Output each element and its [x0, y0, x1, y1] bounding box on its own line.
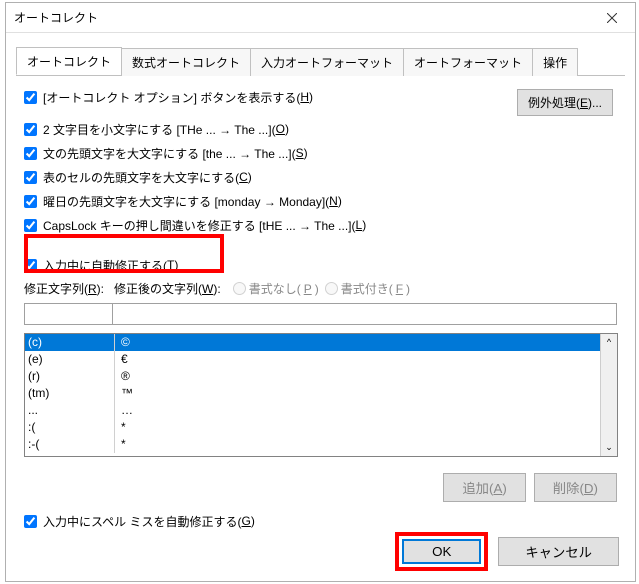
- cancel-button[interactable]: キャンセル: [498, 537, 619, 566]
- table-rows[interactable]: (c)© (e)€ (r)® (tm)™ ...… :(* :-(*: [25, 334, 600, 456]
- checkbox-auto-replace[interactable]: [24, 259, 37, 272]
- add-button[interactable]: 追加(A): [443, 473, 525, 502]
- window-title: オートコレクト: [14, 9, 589, 26]
- table-row[interactable]: (c)©: [25, 334, 600, 351]
- add-delete-row: 追加(A) 削除(D): [24, 473, 617, 502]
- highlight-ok: OK: [395, 532, 488, 571]
- dialog-window: オートコレクト オートコレクト 数式オートコレクト 入力オートフォーマット オー…: [5, 2, 636, 582]
- opt-spell: 入力中にスペル ミスを自動修正する(G): [24, 512, 617, 530]
- opt-capslock: CapsLock キーの押し間違いを修正する [tHE ... → The ..…: [24, 216, 617, 234]
- panel: [オートコレクト オプション] ボタンを表示する(H) 2 文字目を小文字にする…: [6, 76, 635, 546]
- table-row[interactable]: :-(*: [25, 436, 600, 453]
- checkbox-spell[interactable]: [24, 515, 37, 528]
- tab-strip: オートコレクト 数式オートコレクト 入力オートフォーマット オートフォーマット …: [16, 47, 625, 76]
- opt-two-caps: 2 文字目を小文字にする [THe ... → The ...](O): [24, 120, 617, 138]
- scrollbar[interactable]: ^ ⌄: [600, 334, 617, 456]
- scroll-down-icon[interactable]: ⌄: [601, 439, 617, 456]
- with-input[interactable]: [112, 303, 617, 325]
- close-icon: [607, 13, 617, 23]
- input-pair: [24, 303, 617, 325]
- radio-formatted[interactable]: 書式付き(F): [325, 280, 410, 297]
- delete-button[interactable]: 削除(D): [534, 473, 617, 502]
- opt-cap-table: 表のセルの先頭文字を大文字にする(C): [24, 168, 617, 186]
- table-row[interactable]: ...…: [25, 402, 600, 419]
- tab-autoformat-typing[interactable]: 入力オートフォーマット: [250, 48, 404, 76]
- field-labels: 修正文字列(R): 修正後の文字列(W): 書式なし(P) 書式付き(F): [24, 280, 617, 297]
- table-row[interactable]: (r)®: [25, 368, 600, 385]
- radio-plain[interactable]: 書式なし(P): [233, 280, 319, 297]
- dialog-footer: OK キャンセル: [395, 532, 619, 571]
- table-row[interactable]: (tm)™: [25, 385, 600, 402]
- ok-button[interactable]: OK: [402, 539, 481, 564]
- replace-input[interactable]: [24, 303, 112, 325]
- checkbox-cap-first[interactable]: [24, 147, 37, 160]
- tab-actions[interactable]: 操作: [532, 48, 578, 76]
- checkbox-cap-weekday[interactable]: [24, 195, 37, 208]
- opt-auto-replace: 入力中に自動修正する(T): [24, 256, 617, 274]
- table-row[interactable]: (e)€: [25, 351, 600, 368]
- tab-autocorrect[interactable]: オートコレクト: [16, 47, 122, 75]
- table-row[interactable]: :(*: [25, 419, 600, 436]
- titlebar: オートコレクト: [6, 3, 635, 33]
- replacement-table: (c)© (e)€ (r)® (tm)™ ...… :(* :-(* ^ ⌄: [24, 333, 618, 457]
- checkbox-show-button[interactable]: [24, 91, 37, 104]
- close-button[interactable]: [589, 3, 635, 33]
- checkbox-capslock[interactable]: [24, 219, 37, 232]
- tab-autoformat[interactable]: オートフォーマット: [403, 48, 533, 76]
- exceptions-button[interactable]: 例外処理(E)...: [517, 89, 613, 116]
- opt-cap-weekday: 曜日の先頭文字を大文字にする [monday → Monday](N): [24, 192, 617, 210]
- checkbox-two-caps[interactable]: [24, 123, 37, 136]
- checkbox-cap-table[interactable]: [24, 171, 37, 184]
- opt-cap-first: 文の先頭文字を大文字にする [the ... → The ...](S): [24, 144, 617, 162]
- scroll-up-icon[interactable]: ^: [601, 334, 617, 351]
- tab-math[interactable]: 数式オートコレクト: [121, 48, 251, 76]
